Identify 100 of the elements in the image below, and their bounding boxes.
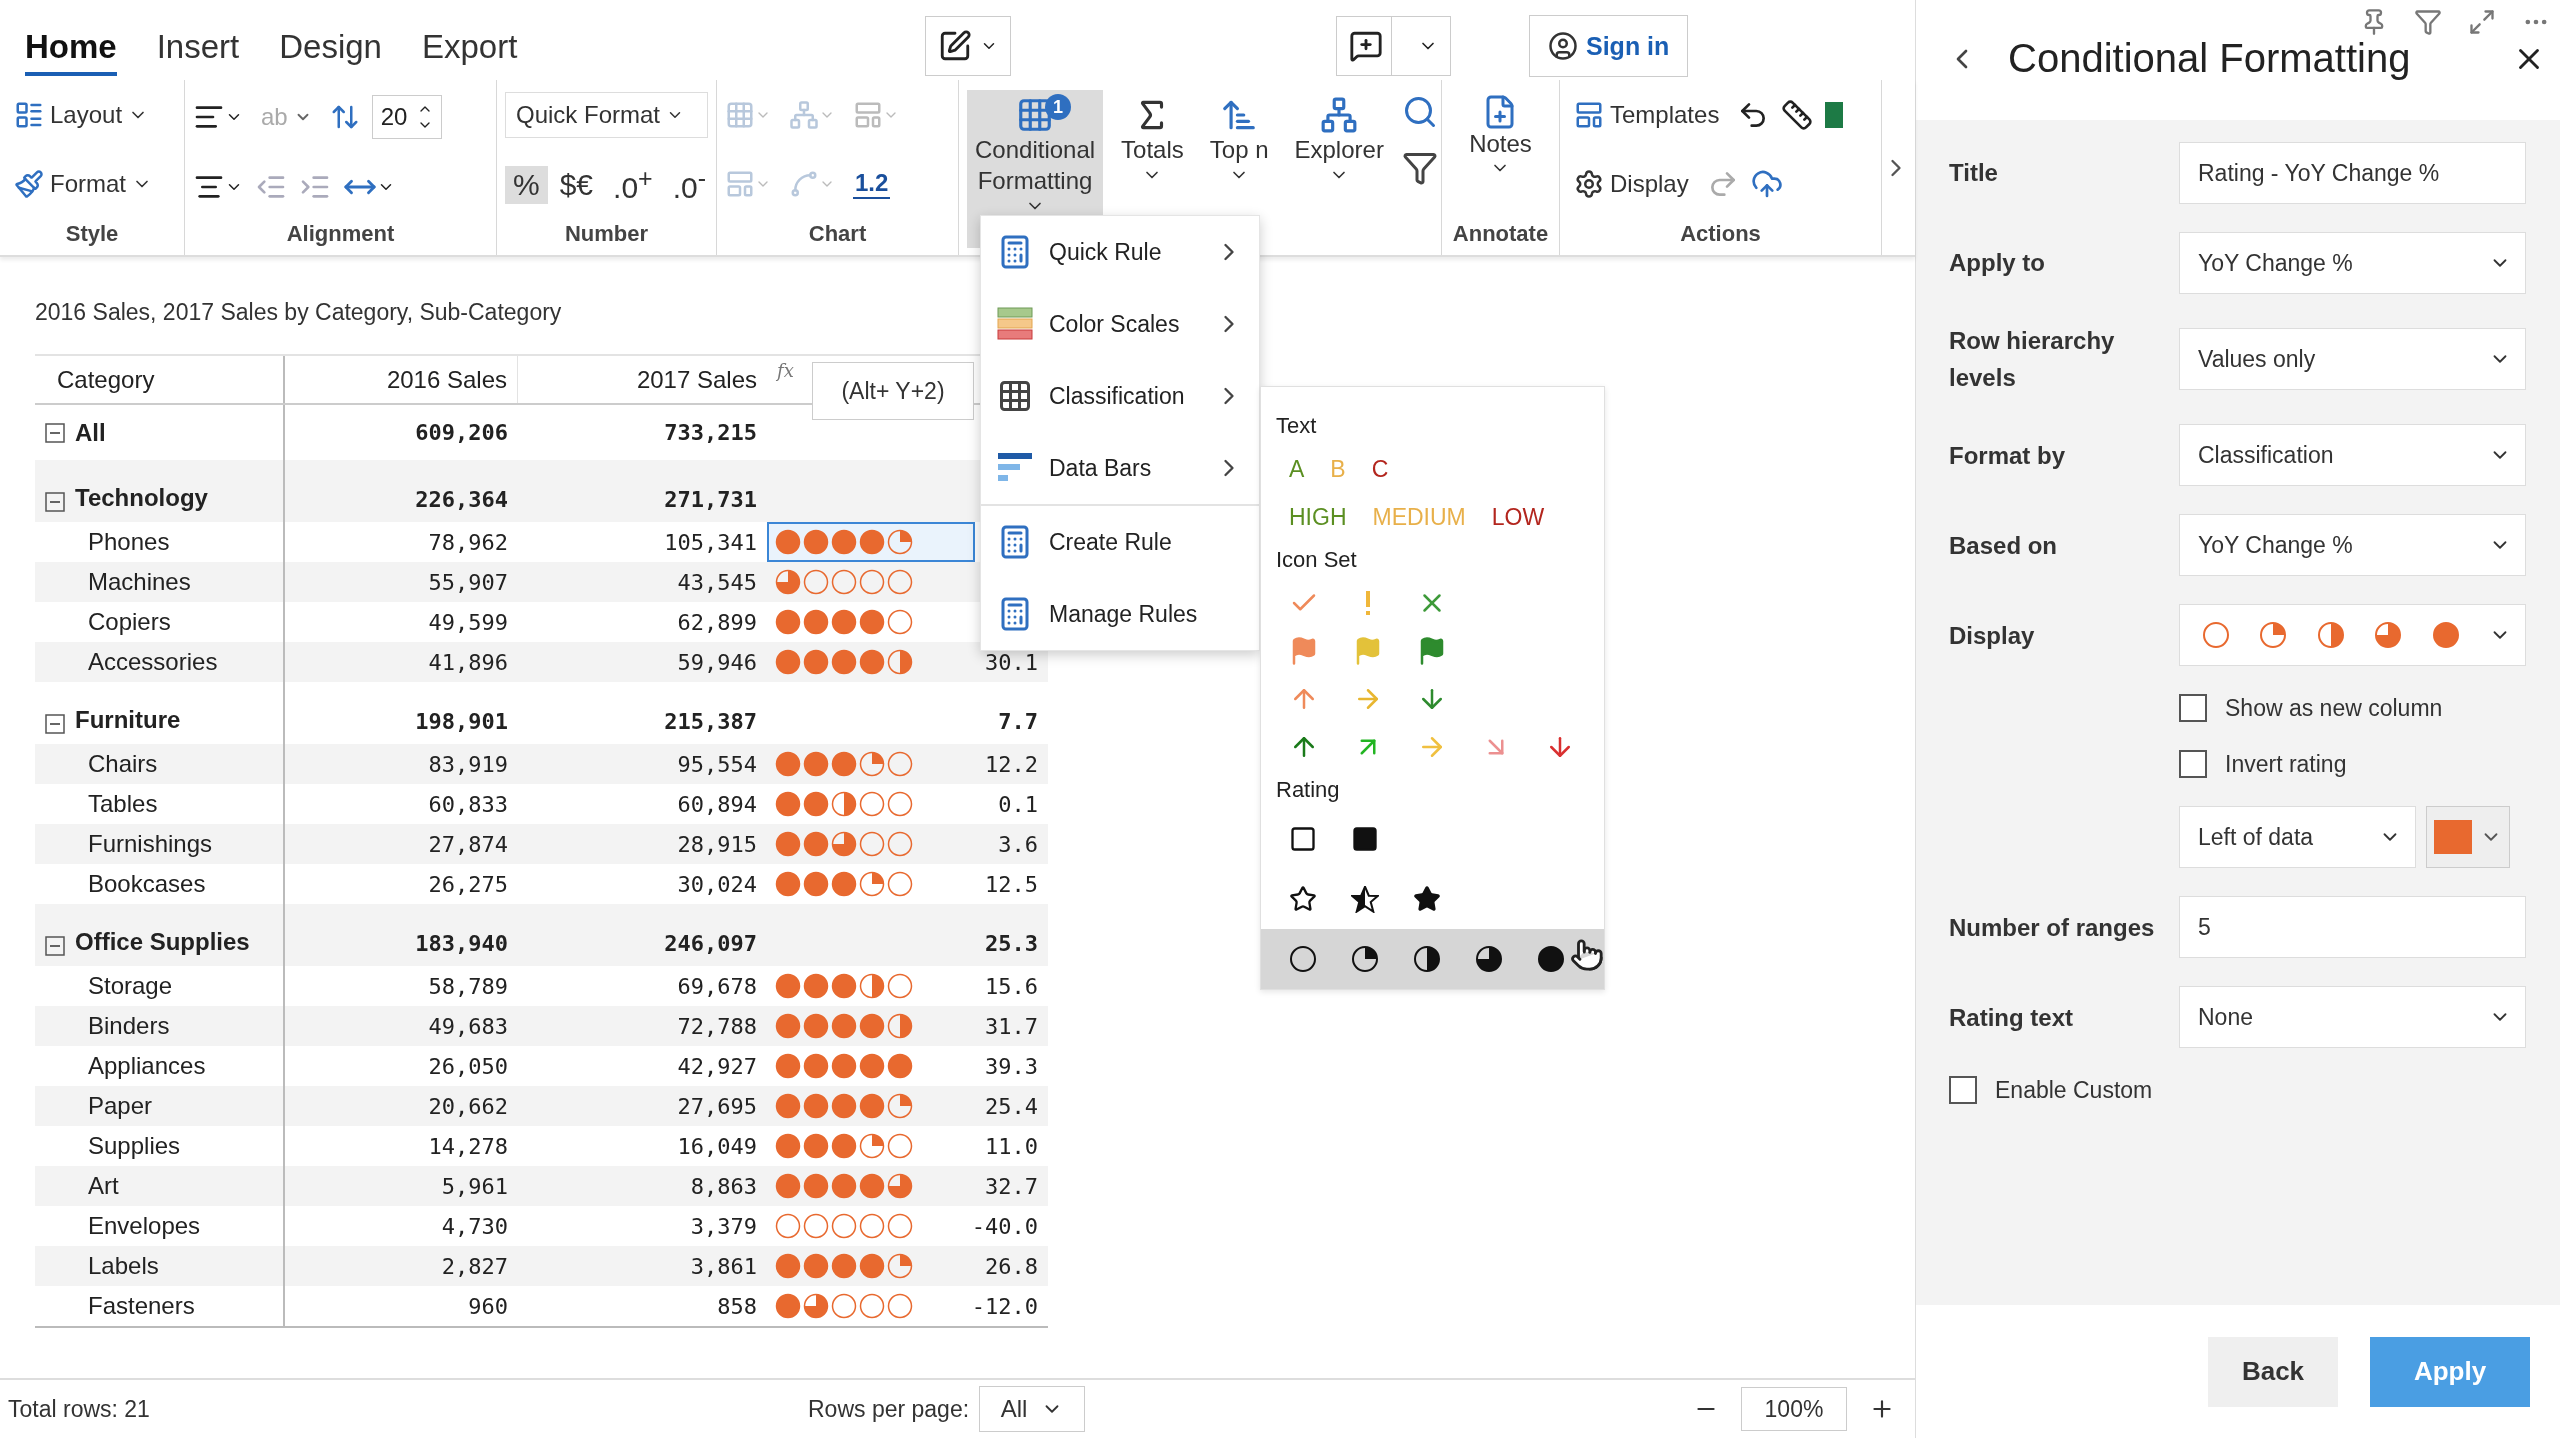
rows-per-page-dropdown[interactable]: All (979, 1386, 1086, 1432)
font-size-spinner[interactable]: 20 (371, 95, 443, 140)
spreadsheet-icon[interactable] (1825, 99, 1844, 130)
table-cell: 16,049 (677, 1133, 757, 1159)
column-header[interactable]: Category (57, 365, 155, 394)
layout-button[interactable]: Layout (8, 95, 176, 134)
subcategory-label: Chairs (88, 750, 158, 778)
table-cell: 2,827 (441, 1253, 508, 1279)
table-cell: 62,899 (677, 609, 757, 635)
rating-circle-icon (803, 871, 829, 897)
rating-circle-icon (803, 831, 829, 857)
ruler-icon[interactable] (1781, 98, 1814, 131)
templates-button[interactable]: Templates (1568, 95, 1726, 134)
menu-item[interactable]: Data Bars (981, 432, 1259, 504)
display-button[interactable]: Display (1568, 165, 1695, 204)
back-button[interactable]: Back (2208, 1336, 2338, 1407)
table-cell: 26,050 (428, 1053, 508, 1079)
number-format-button[interactable]: .0$^{-}$ (664, 162, 715, 207)
collapse-icon[interactable] (45, 936, 65, 956)
checkbox[interactable] (1949, 1076, 1977, 1105)
group-label: Style (64, 220, 120, 248)
menu-item[interactable]: Create Rule (981, 506, 1259, 578)
level-option[interactable]: LOW (1491, 503, 1545, 531)
rating-circle-icon (859, 1173, 885, 1199)
checkbox[interactable] (2179, 750, 2207, 779)
rating-circle-icon (803, 1093, 829, 1119)
rating-circle-icon (831, 973, 857, 999)
select-field[interactable]: Classification (2179, 424, 2526, 487)
select-field[interactable]: None (2179, 986, 2526, 1049)
number-format-button[interactable]: % (505, 165, 548, 204)
ribbon-tab[interactable]: Home (25, 28, 117, 76)
position-select[interactable]: Left of data (2179, 806, 2416, 869)
rating-circle-icon (887, 1173, 913, 1199)
rating-circle-icon (859, 973, 885, 999)
format-button[interactable]: Format (8, 165, 176, 204)
filled-square-icon (1351, 825, 1379, 853)
grade-option[interactable]: C (1371, 455, 1389, 483)
number-format-button[interactable]: $€ (551, 165, 602, 204)
notes-button[interactable]: Notes (1461, 88, 1540, 184)
expand-icon[interactable] (2468, 8, 2496, 36)
rating-circle-icon (859, 1013, 885, 1039)
decimals-button[interactable]: 1.2 (853, 169, 891, 200)
rating-circle-icon (775, 649, 801, 675)
column-header[interactable]: 2016 Sales (386, 365, 507, 394)
menu-item[interactable]: Manage Rules (981, 578, 1259, 650)
select-field[interactable]: YoY Change % (2179, 232, 2526, 294)
text-field[interactable]: Rating - YoY Change % (2179, 142, 2526, 204)
sign-in-button[interactable]: Sign in (1529, 15, 1689, 77)
table-cell: 12.2 (985, 751, 1038, 777)
add-comment-icon (1349, 29, 1383, 63)
select-field[interactable]: Values only (2179, 328, 2526, 391)
filter-icon[interactable] (1401, 150, 1438, 186)
text-field[interactable]: 5 (2179, 896, 2526, 959)
color-picker[interactable] (2426, 806, 2510, 869)
ribbon-button[interactable]: Explorer (1286, 90, 1392, 248)
table-cell: 7.7 (998, 709, 1038, 734)
collapse-icon[interactable] (45, 492, 65, 512)
rating-circle-icon (803, 649, 829, 675)
field-label: Format by (1949, 440, 2066, 471)
ribbon-tab[interactable]: Insert (156, 28, 240, 76)
checkbox[interactable] (2179, 694, 2207, 723)
level-option[interactable]: HIGH (1289, 503, 1347, 531)
rating-level-icon (2259, 621, 2288, 650)
select-field[interactable]: YoY Change % (2179, 514, 2526, 577)
quick-format-dropdown[interactable]: Quick Format (505, 92, 708, 138)
group-label: Chart (807, 220, 868, 248)
table-cell: 55,907 (428, 569, 508, 595)
menu-item[interactable]: Classification (981, 360, 1259, 432)
rating-circle-icon (887, 1013, 913, 1039)
rating-circle-icon (831, 1013, 857, 1039)
table-cell: 4,730 (441, 1213, 508, 1239)
rating-circle-icon (887, 973, 913, 999)
menu-item[interactable]: Color Scales (981, 288, 1259, 360)
display-select[interactable] (2179, 604, 2526, 667)
rating-circle-icon (803, 973, 829, 999)
number-format-button[interactable]: .0$^{+}$ (605, 162, 661, 207)
shortcut-tooltip: (Alt+ Y+2) (812, 362, 974, 420)
rating-cell[interactable] (767, 522, 975, 562)
table-cell: 246,097 (664, 931, 757, 956)
comment-button[interactable] (1336, 16, 1451, 76)
filter-icon[interactable] (2414, 8, 2442, 36)
edit-mode-button[interactable] (925, 16, 1011, 76)
rating-circle-icon (887, 649, 913, 675)
zoom-level-field[interactable]: 100% (1741, 1387, 1847, 1431)
table-cell: 27,874 (428, 831, 508, 857)
section-heading: Rating (1275, 776, 1341, 804)
rating-circle-icon (859, 1253, 885, 1279)
ribbon-tab[interactable]: Export (421, 28, 518, 76)
table-cell: 59,946 (677, 649, 757, 675)
table-cell: 58,789 (428, 973, 508, 999)
ribbon-tab[interactable]: Design (279, 28, 382, 76)
rating-circle-icon (775, 1253, 801, 1279)
table-cell: 11.0 (985, 1133, 1038, 1159)
collapse-icon[interactable] (45, 422, 65, 443)
rating-circle-icon (831, 831, 857, 857)
rating-circle-icon (803, 1173, 829, 1199)
rating-style-option[interactable] (1261, 929, 1604, 989)
grade-option[interactable]: A (1289, 455, 1305, 483)
column-header[interactable]: 2017 Sales (636, 365, 757, 394)
collapse-icon[interactable] (45, 714, 65, 734)
